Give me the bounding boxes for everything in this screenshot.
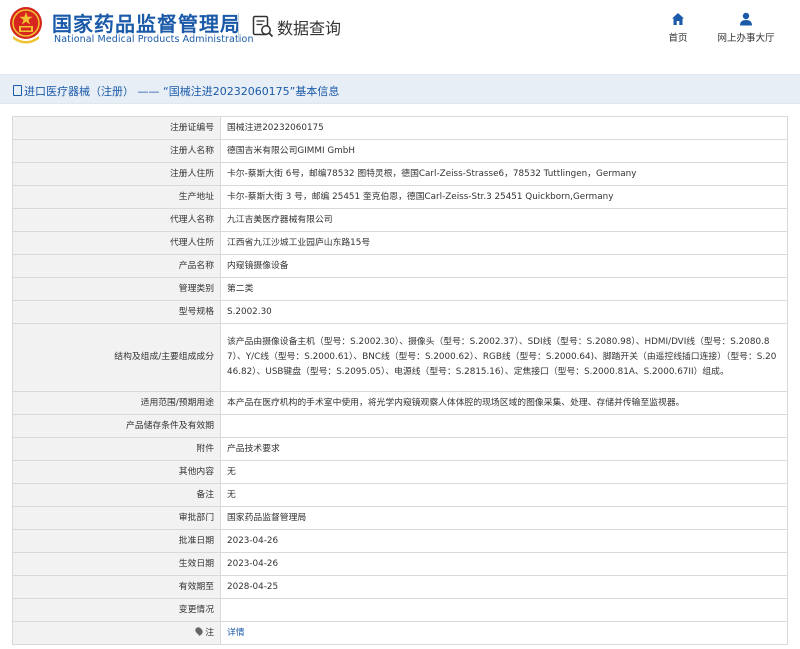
table-row: 审批部门 国家药品监督管理局 bbox=[12, 506, 788, 530]
nav-home[interactable]: 首页 bbox=[660, 12, 696, 44]
row-value bbox=[220, 598, 788, 622]
data-query-icon bbox=[252, 15, 274, 38]
user-icon bbox=[740, 12, 752, 26]
table-row: 代理人住所 江西省九江沙城工业园庐山东路15号 bbox=[12, 231, 788, 255]
row-label: 注册人住所 bbox=[12, 162, 221, 186]
home-icon bbox=[672, 13, 684, 25]
row-label: 产品储存条件及有效期 bbox=[12, 414, 221, 438]
document-icon bbox=[13, 85, 22, 96]
table-row: 注册证编号 国械注进20232060175 bbox=[12, 116, 788, 140]
org-name-cn: 国家药品监督管理局 bbox=[52, 12, 241, 36]
table-row: 生产地址 卡尔-蔡斯大街 3 号，邮编 25451 奎克伯恩，德国Carl-Ze… bbox=[12, 185, 788, 209]
row-value: 该产品由摄像设备主机（型号：S.2002.30）、摄像头（型号：S.2002.3… bbox=[220, 323, 788, 392]
row-label: 产品名称 bbox=[12, 254, 221, 278]
row-value: 无 bbox=[220, 483, 788, 507]
row-value: 德国吉米有限公司GIMMI GmbH bbox=[220, 139, 788, 163]
row-value: 国家药品监督管理局 bbox=[220, 506, 788, 530]
row-value: 详情 bbox=[220, 621, 788, 645]
nav-online-hall[interactable]: 网上办事大厅 bbox=[712, 12, 780, 44]
row-label: 注 bbox=[205, 627, 214, 638]
row-value: 卡尔-蔡斯大街 3 号，邮编 25451 奎克伯恩，德国Carl-Zeiss-S… bbox=[220, 185, 788, 209]
table-row: 注册人住所 卡尔-蔡斯大街 6号，邮编78532 图特灵根，德国Carl-Zei… bbox=[12, 162, 788, 186]
row-value: 2028-04-25 bbox=[220, 575, 788, 599]
row-label: 代理人名称 bbox=[12, 208, 221, 232]
row-value: 江西省九江沙城工业园庐山东路15号 bbox=[220, 231, 788, 255]
nav-online-hall-label: 网上办事大厅 bbox=[717, 33, 775, 44]
table-row: 备注 无 bbox=[12, 483, 788, 507]
row-label: 结构及组成/主要组成成分 bbox=[12, 323, 221, 392]
table-row: 附件 产品技术要求 bbox=[12, 437, 788, 461]
table-row: 型号规格 S.2002.30 bbox=[12, 300, 788, 324]
record-detail-table: 注册证编号 国械注进20232060175 注册人名称 德国吉米有限公司GIMM… bbox=[12, 116, 788, 645]
header-divider bbox=[238, 13, 239, 41]
row-label: 注册证编号 bbox=[12, 116, 221, 140]
row-value: S.2002.30 bbox=[220, 300, 788, 324]
note-label-cell: 注 bbox=[12, 621, 221, 645]
row-value bbox=[220, 414, 788, 438]
national-emblem-icon bbox=[10, 7, 42, 44]
row-value: 九江吉美医疗器械有限公司 bbox=[220, 208, 788, 232]
table-row: 适用范围/预期用途 本产品在医疗机构的手术室中使用，将光学内窥镜观察人体体腔的现… bbox=[12, 391, 788, 415]
table-row: 变更情况 bbox=[12, 598, 788, 622]
row-value: 国械注进20232060175 bbox=[220, 116, 788, 140]
table-row: 注册人名称 德国吉米有限公司GIMMI GmbH bbox=[12, 139, 788, 163]
row-label: 审批部门 bbox=[12, 506, 221, 530]
table-row: 产品名称 内窥镜摄像设备 bbox=[12, 254, 788, 278]
table-row: 结构及组成/主要组成成分 该产品由摄像设备主机（型号：S.2002.30）、摄像… bbox=[12, 323, 788, 392]
row-value: 产品技术要求 bbox=[220, 437, 788, 461]
breadcrumb: 进口医疗器械（注册） —— “国械注进20232060175”基本信息 bbox=[0, 74, 800, 104]
row-label: 注册人名称 bbox=[12, 139, 221, 163]
row-value: 无 bbox=[220, 460, 788, 484]
table-row: 有效期至 2028-04-25 bbox=[12, 575, 788, 599]
row-value: 第二类 bbox=[220, 277, 788, 301]
details-link[interactable]: 详情 bbox=[227, 628, 245, 638]
breadcrumb-text: 进口医疗器械（注册） —— “国械注进20232060175”基本信息 bbox=[13, 83, 339, 99]
table-row: 批准日期 2023-04-26 bbox=[12, 529, 788, 553]
row-label: 生效日期 bbox=[12, 552, 221, 576]
table-row: 管理类别 第二类 bbox=[12, 277, 788, 301]
row-label: 批准日期 bbox=[12, 529, 221, 553]
row-label: 代理人住所 bbox=[12, 231, 221, 255]
org-name-en: National Medical Products Administration bbox=[54, 34, 254, 45]
row-value: 卡尔-蔡斯大街 6号，邮编78532 图特灵根，德国Carl-Zeiss-Str… bbox=[220, 162, 788, 186]
table-row: 生效日期 2023-04-26 bbox=[12, 552, 788, 576]
row-value: 2023-04-26 bbox=[220, 529, 788, 553]
table-row: 代理人名称 九江吉美医疗器械有限公司 bbox=[12, 208, 788, 232]
page-title: 数据查询 bbox=[277, 19, 342, 38]
row-label: 型号规格 bbox=[12, 300, 221, 324]
table-row: 注 详情 bbox=[12, 621, 788, 645]
row-label: 备注 bbox=[12, 483, 221, 507]
row-label: 适用范围/预期用途 bbox=[12, 391, 221, 415]
table-row: 产品储存条件及有效期 bbox=[12, 414, 788, 438]
breadcrumb-record-title: “国械注进20232060175”基本信息 bbox=[163, 85, 340, 98]
row-value: 内窥镜摄像设备 bbox=[220, 254, 788, 278]
row-label: 有效期至 bbox=[12, 575, 221, 599]
nav-home-label: 首页 bbox=[668, 33, 688, 44]
row-label: 变更情况 bbox=[12, 598, 221, 622]
row-label: 管理类别 bbox=[12, 277, 221, 301]
row-label: 其他内容 bbox=[12, 460, 221, 484]
row-label: 附件 bbox=[12, 437, 221, 461]
pin-icon bbox=[194, 625, 205, 636]
row-value: 2023-04-26 bbox=[220, 552, 788, 576]
breadcrumb-category[interactable]: 进口医疗器械（注册） bbox=[24, 85, 134, 98]
row-value: 本产品在医疗机构的手术室中使用，将光学内窥镜观察人体体腔的现场区域的图像采集、处… bbox=[220, 391, 788, 415]
row-label: 生产地址 bbox=[12, 185, 221, 209]
site-header: 国家药品监督管理局 National Medical Products Admi… bbox=[0, 0, 800, 60]
table-row: 其他内容 无 bbox=[12, 460, 788, 484]
breadcrumb-separator: —— bbox=[137, 85, 160, 98]
